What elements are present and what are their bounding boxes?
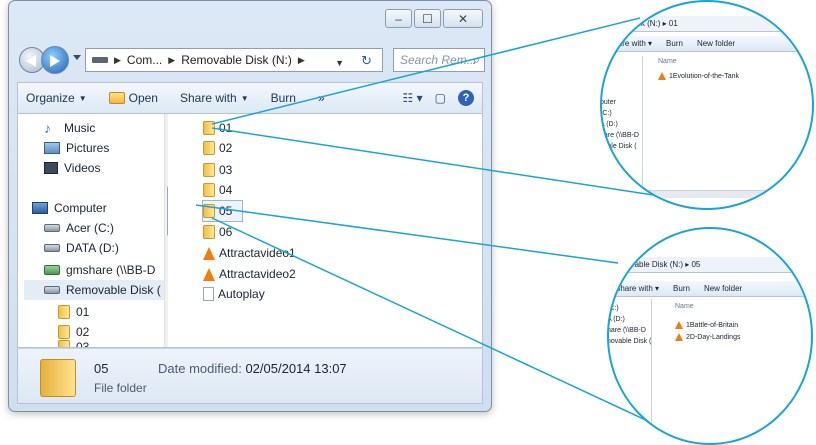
zoom-new-folder: New folder [703,284,743,293]
vlc-cone-icon [658,72,666,80]
zoom-horizontal-scrollbar [642,190,792,198]
zoom-nav-item [602,86,639,97]
zoom-nav-item: (C:) [607,305,619,312]
zoom-new-folder: New folder [696,39,736,48]
zoom-nav-item [602,75,639,86]
zoom-file-item: 1Evolution-of-the-Tank [658,72,739,80]
zoom-share-with: Share with ▾ [615,284,660,293]
zoom-folder-01-content: vable Disk (N:) ▸ 01 Share with ▾ Burn N… [602,2,812,208]
vlc-cone-icon [675,321,683,329]
zoom-burn: Burn [666,39,683,48]
connector-line-05-top [195,204,619,264]
zoom-nav-item: A (D:) [607,316,625,323]
zoom-column-name: Name [658,58,677,65]
zoom-nav-item: novable Disk ( [607,338,652,345]
zoom-toolbar: Share with ▾ Burn New folder [602,36,812,52]
zoom-nav-item: puter [600,99,616,106]
zoom-nav-item: s [600,66,604,73]
zoom-file-item: 2D-Day-Landings [675,333,740,341]
zoom-folder-05-content: emovable Disk (N:) ▸ 05 Share with ▾ Bur… [609,229,811,443]
vlc-cone-icon [675,333,683,341]
zoom-pane-divider [642,56,643,186]
zoom-nav-item: vable Disk ( [600,143,637,150]
zoom-folder-05: emovable Disk (N:) ▸ 05 Share with ▾ Bur… [607,227,813,445]
zoom-nav-item: hare (\\BB-D [600,132,639,139]
zoom-file-name: 1Battle-of-Britain [686,321,739,329]
zoom-nav-pane: s puter (C:) A (D:) hare (\\BB-D vable D… [600,64,639,152]
zoom-address-bar: emovable Disk (N:) ▸ 05 [609,257,811,273]
zoom-file-name: 1Evolution-of-the-Tank [669,72,740,80]
zoom-column-name: Name [675,303,694,310]
zoom-address-bar: vable Disk (N:) ▸ 01 [602,16,802,32]
zoom-file-name: 2D-Day-Landings [686,333,741,341]
connector-line-01-top [211,17,641,125]
zoom-nav-item: A (D:) [600,121,618,128]
zoom-file-item: 1Battle-of-Britain [675,321,738,329]
zoom-burn: Burn [673,284,690,293]
zoom-folder-01: vable Disk (N:) ▸ 01 Share with ▾ Burn N… [600,0,814,210]
connector-line-01-bottom [211,127,661,197]
zoom-share-with: Share with ▾ [608,39,653,48]
zoom-toolbar: Share with ▾ Burn New folder [609,281,811,297]
zoom-nav-pane: (C:) A (D:) hare (\\BB-D novable Disk ( [607,303,652,347]
zoom-pane-divider [651,299,652,429]
zoom-nav-item: hare (\\BB-D [607,327,646,334]
zoom-nav-item: (C:) [600,110,612,117]
